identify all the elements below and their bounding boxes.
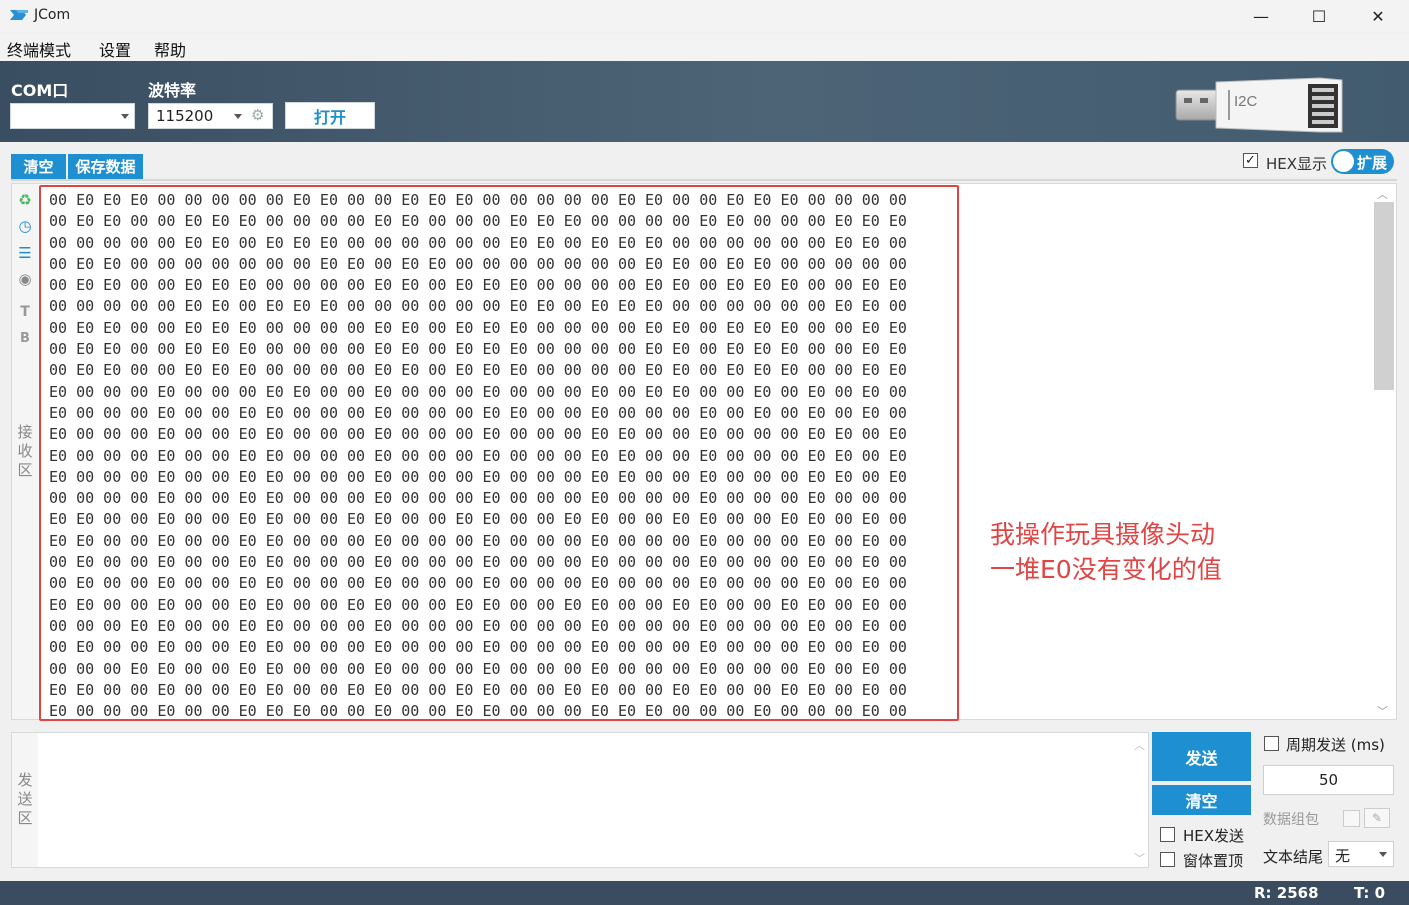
- hex-display-label: HEX显示: [1266, 155, 1328, 173]
- periodic-send-checkbox[interactable]: [1264, 736, 1279, 751]
- received-hex-data[interactable]: 00 E0 E0 E0 00 00 00 00 00 E0 E0 00 00 E…: [39, 185, 959, 721]
- expand-label: 扩展: [1357, 154, 1388, 172]
- menu-terminal-mode[interactable]: 终端模式: [7, 37, 71, 61]
- period-ms-input[interactable]: 50: [1263, 765, 1394, 795]
- send-input[interactable]: [40, 734, 1134, 870]
- open-port-button[interactable]: 打开: [285, 102, 375, 129]
- minimize-button[interactable]: —: [1232, 0, 1290, 32]
- binary-mode-button[interactable]: B: [15, 328, 35, 348]
- annotation-line: 我操作玩具摄像头动: [990, 520, 1216, 549]
- clock-icon[interactable]: ◷: [15, 216, 35, 236]
- toggle-knob: [1333, 151, 1354, 172]
- send-button[interactable]: 发送: [1152, 732, 1251, 781]
- line-ending-label: 文本结尾: [1263, 848, 1324, 866]
- receive-area-label: 接收区: [17, 423, 33, 479]
- send-area-label: 发送区: [17, 771, 33, 827]
- menu-settings[interactable]: 设置: [99, 37, 131, 61]
- pin-window-checkbox[interactable]: [1160, 852, 1175, 867]
- title-bar: [0, 0, 1409, 32]
- close-button[interactable]: ✕: [1349, 0, 1407, 32]
- chevron-down-icon: [121, 114, 129, 119]
- status-bar: [0, 881, 1409, 905]
- line-ending-value: 无: [1335, 847, 1351, 865]
- window-title: JCom: [34, 7, 71, 23]
- annotation-line: 一堆E0没有变化的值: [990, 555, 1222, 584]
- maximize-button[interactable]: ☐: [1290, 0, 1348, 32]
- receive-tab-divider: [11, 179, 1397, 181]
- periodic-send-label: 周期发送 (ms): [1286, 736, 1385, 754]
- hex-send-checkbox[interactable]: [1160, 827, 1175, 842]
- com-port-label: COM口: [11, 81, 69, 100]
- usb-adapter-image: I2C: [1175, 77, 1343, 133]
- com-port-select[interactable]: [10, 103, 135, 129]
- rx-count: R: 2568: [1254, 884, 1319, 902]
- baud-rate-label: 波特率: [148, 81, 197, 100]
- chevron-down-icon: [234, 114, 242, 119]
- hex-display-checkbox[interactable]: ✓: [1243, 153, 1258, 168]
- packet-label: 数据组包: [1263, 812, 1319, 828]
- clear-receive-button[interactable]: 清空: [11, 154, 66, 179]
- menu-bar: [0, 34, 1409, 61]
- device-label: I2C: [1234, 93, 1258, 110]
- scroll-up-icon[interactable]: ︿: [1377, 186, 1388, 202]
- clear-send-button[interactable]: 清空: [1152, 785, 1251, 815]
- text-mode-button[interactable]: T: [15, 302, 35, 322]
- scroll-up-icon[interactable]: ︿: [1134, 737, 1145, 753]
- hex-text: 00 E0 E0 E0 00 00 00 00 00 E0 E0 00 00 E…: [49, 191, 907, 721]
- baud-rate-value: 115200: [156, 107, 214, 125]
- save-data-button[interactable]: 保存数据: [68, 154, 143, 179]
- pin-window-label: 窗体置顶: [1183, 852, 1244, 870]
- pencil-icon[interactable]: ✎: [1364, 808, 1390, 828]
- packet-checkbox[interactable]: [1343, 810, 1360, 827]
- annotation-note: 我操作玩具摄像头动 一堆E0没有变化的值: [990, 517, 1222, 587]
- scroll-down-icon[interactable]: ﹀: [1134, 850, 1145, 866]
- tx-count: T: 0: [1354, 884, 1386, 902]
- recycle-icon[interactable]: ♻: [15, 190, 35, 210]
- eye-icon[interactable]: ◉: [15, 269, 35, 289]
- list-icon[interactable]: ☰: [15, 243, 35, 263]
- chevron-down-icon: [1379, 852, 1387, 857]
- menu-help[interactable]: 帮助: [154, 37, 186, 61]
- scroll-down-icon[interactable]: ﹀: [1377, 703, 1388, 719]
- receive-scrollbar-thumb[interactable]: [1374, 202, 1394, 390]
- hex-send-label: HEX发送: [1183, 827, 1245, 845]
- app-logo-icon: [10, 10, 28, 20]
- gear-icon[interactable]: ⚙: [251, 106, 269, 124]
